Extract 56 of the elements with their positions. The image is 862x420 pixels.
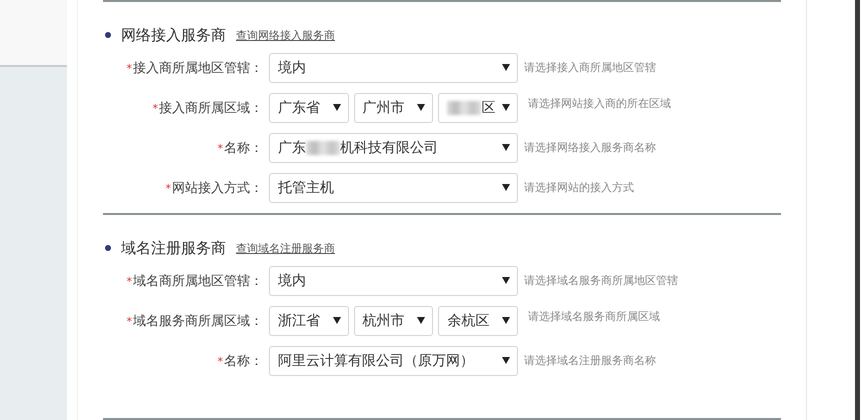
caret-icon (502, 317, 510, 324)
section-title: 域名注册服务商 (121, 238, 226, 258)
dropdown-select[interactable]: 阿里云计算有限公司（原万网） (269, 346, 518, 376)
hint-text: 请选择接入商所属地区管辖 (524, 60, 656, 76)
dropdown-select[interactable]: 境内 (269, 266, 518, 296)
caret-icon (417, 317, 426, 324)
dropdown-select[interactable]: 广东省 (269, 92, 349, 123)
field-label: *域名商所属地区管辖： (126, 272, 263, 290)
dropdown-select[interactable]: 浙江省 (269, 306, 349, 336)
dropdown-select[interactable]: 余杭区 (438, 306, 518, 336)
hint-text: 请选择网站接入商的所在区域 (528, 96, 671, 112)
sidebar-panel (0, 0, 67, 67)
hint-text: 请选择域名注册服务商名称 (524, 353, 656, 368)
field-label: *接入商所属地区管辖： (126, 60, 263, 77)
caret-icon (502, 357, 510, 364)
dropdown-select[interactable]: 杭州市 (354, 306, 434, 336)
selected-value: 余杭区 (447, 312, 490, 330)
caret-icon (502, 277, 510, 284)
caret-icon (502, 144, 510, 152)
selected-value: 托管主机 (278, 178, 334, 197)
selected-value: 境内 (278, 58, 306, 77)
dropdown-select[interactable]: 境内 (269, 52, 518, 83)
selected-value: 广州市 (362, 98, 405, 117)
caret-icon (502, 104, 510, 112)
caret-icon (502, 184, 510, 192)
field-label: *网站接入方式： (164, 180, 263, 197)
field-label: *名称： (216, 140, 263, 157)
hint-text: 请选择域名服务商所属地区管辖 (524, 273, 678, 288)
caret-icon (417, 104, 426, 112)
selected-value: 区 (447, 98, 496, 117)
selected-value: 境内 (278, 272, 306, 290)
redaction-blur (306, 140, 340, 155)
selected-value: 广东 机科技有限公司 (278, 138, 438, 157)
caret-icon (332, 317, 341, 324)
selected-value: 浙江省 (278, 312, 320, 330)
dropdown-select[interactable]: 广州市 (354, 92, 434, 123)
field-label: *域名服务商所属区域： (126, 312, 263, 330)
section-title: 网络接入服务商 (121, 26, 226, 45)
query-link[interactable]: 查询域名注册服务商 (236, 240, 335, 256)
hint-text: 请选择网络接入服务商名称 (524, 140, 656, 156)
redaction-blur (447, 100, 482, 115)
caret-icon (332, 104, 341, 112)
dropdown-select[interactable]: 区 (438, 92, 518, 123)
selected-value: 阿里云计算有限公司（原万网） (278, 352, 474, 370)
bullet-icon (105, 245, 111, 252)
hint-text: 请选择网站的接入方式 (524, 180, 634, 196)
selected-value: 广东省 (278, 98, 320, 117)
hint-text: 请选择域名服务商所属区域 (528, 309, 660, 324)
field-label: *接入商所属区域： (152, 100, 263, 117)
dropdown-select[interactable]: 托管主机 (269, 172, 518, 203)
bullet-icon (105, 32, 111, 38)
selected-value: 杭州市 (362, 312, 405, 330)
field-label: *名称： (216, 352, 263, 370)
dropdown-select[interactable]: 广东 机科技有限公司 (269, 132, 518, 163)
query-link[interactable]: 查询网络接入服务商 (236, 28, 335, 43)
caret-icon (502, 64, 510, 72)
